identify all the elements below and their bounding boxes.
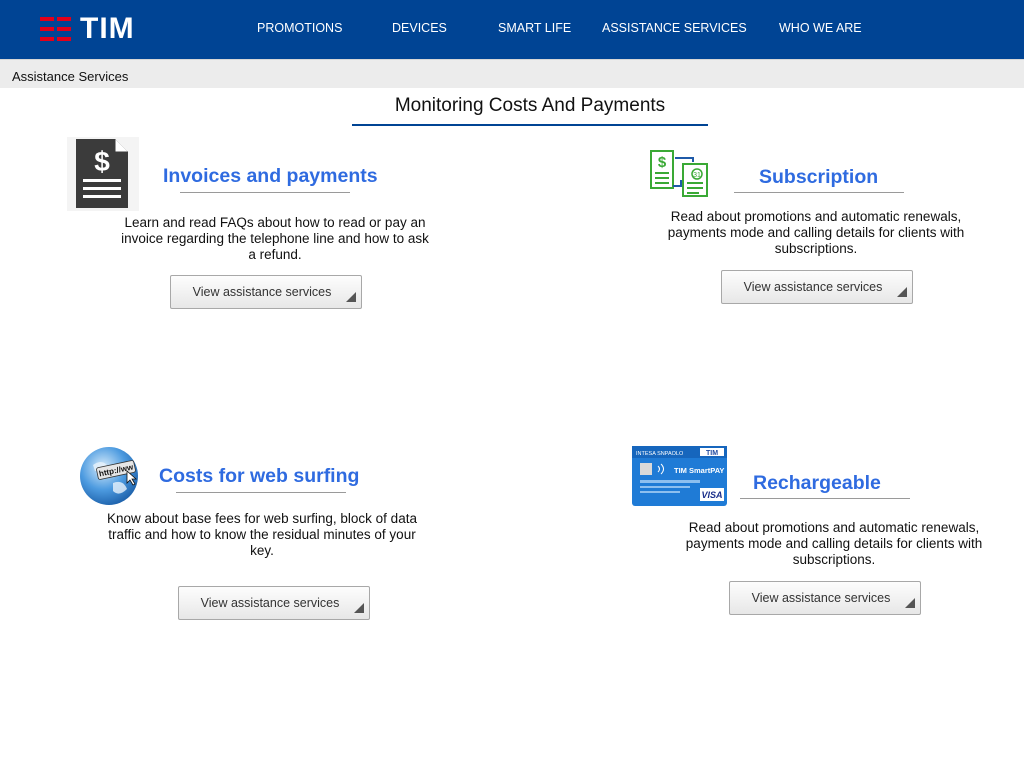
button-label: View assistance services bbox=[751, 591, 891, 605]
globe-http-icon: http://ww bbox=[79, 445, 141, 507]
invoice-dollar-icon: $ bbox=[67, 137, 139, 211]
svg-text:INTESA SNPAOLO: INTESA SNPAOLO bbox=[636, 451, 684, 457]
corner-arrow-icon bbox=[897, 287, 907, 297]
card-title-underline bbox=[180, 192, 350, 193]
view-assistance-button-web-surfing[interactable]: View assistance services bbox=[178, 586, 370, 620]
tim-logo-mark-icon bbox=[40, 16, 72, 42]
card-title-rechargeable[interactable]: Rechargeable bbox=[753, 472, 881, 495]
svg-text:VISA: VISA bbox=[701, 490, 722, 500]
card-title-web-surfing[interactable]: Costs for web surfing bbox=[159, 465, 359, 488]
subscription-documents-icon: $ 31 bbox=[649, 150, 711, 198]
view-assistance-button-rechargeable[interactable]: View assistance services bbox=[729, 581, 921, 615]
card-title-underline bbox=[734, 192, 904, 193]
button-label: View assistance services bbox=[192, 285, 332, 299]
title-underline bbox=[352, 124, 708, 126]
corner-arrow-icon bbox=[354, 603, 364, 613]
svg-text:$: $ bbox=[94, 146, 110, 177]
view-assistance-button-invoices[interactable]: View assistance services bbox=[170, 275, 362, 309]
card-description-subscription: Read about promotions and automatic rene… bbox=[667, 209, 965, 256]
card-description-web-surfing: Know about base fees for web surfing, bl… bbox=[107, 511, 417, 558]
nav-item-promotions[interactable]: PROMOTIONS bbox=[257, 21, 342, 35]
button-label: View assistance services bbox=[743, 280, 883, 294]
svg-text:TIM SmartPAY: TIM SmartPAY bbox=[674, 466, 724, 475]
view-assistance-button-subscription[interactable]: View assistance services bbox=[721, 270, 913, 304]
tim-logo[interactable]: TIM bbox=[40, 12, 135, 45]
card-description-rechargeable: Read about promotions and automatic rene… bbox=[685, 520, 983, 567]
nav-item-devices[interactable]: DEVICES bbox=[392, 21, 447, 35]
corner-arrow-icon bbox=[346, 292, 356, 302]
card-description-invoices: Learn and read FAQs about how to read or… bbox=[121, 215, 429, 262]
page-title: Monitoring Costs And Payments bbox=[394, 95, 666, 116]
smartpay-card-icon: INTESA SNPAOLO TIM TIM SmartPAY VISA bbox=[632, 446, 727, 506]
brand-name: TIM bbox=[80, 12, 135, 45]
top-navigation-bar: TIM PROMOTIONS DEVICES SMART LIFE ASSIST… bbox=[0, 0, 1024, 59]
card-title-invoices[interactable]: Invoices and payments bbox=[163, 165, 378, 188]
breadcrumb: Assistance Services bbox=[0, 59, 1024, 88]
nav-item-smart-life[interactable]: SMART LIFE bbox=[498, 21, 571, 35]
card-title-underline bbox=[176, 492, 346, 493]
breadcrumb-item[interactable]: Assistance Services bbox=[12, 69, 128, 84]
nav-item-who-we-are[interactable]: WHO WE ARE bbox=[779, 21, 862, 35]
button-label: View assistance services bbox=[200, 596, 340, 610]
nav-item-assistance-services[interactable]: ASSISTANCE SERVICES bbox=[602, 21, 747, 35]
svg-text:$: $ bbox=[658, 154, 667, 171]
card-title-underline bbox=[740, 498, 910, 499]
svg-text:TIM: TIM bbox=[706, 450, 718, 457]
svg-text:31: 31 bbox=[693, 172, 701, 179]
corner-arrow-icon bbox=[905, 598, 915, 608]
card-title-subscription[interactable]: Subscription bbox=[759, 166, 878, 189]
